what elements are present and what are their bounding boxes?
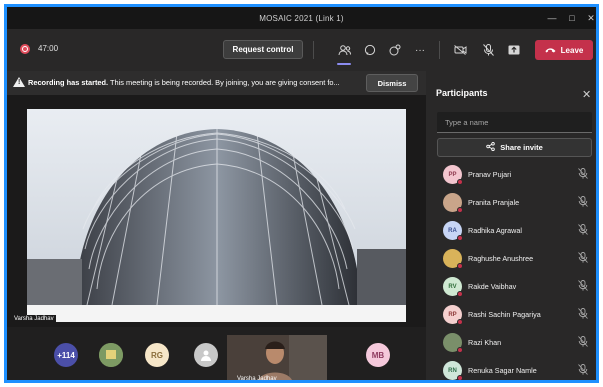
participant-row[interactable]: PP Pranav Pujari <box>426 163 596 191</box>
shared-slide-image <box>27 109 406 322</box>
mic-off-icon[interactable] <box>578 280 590 292</box>
participant-name: Renuka Sagar Namle <box>468 366 537 375</box>
status-badge <box>457 179 463 185</box>
avatar: RA <box>443 221 463 241</box>
avatar: RN <box>443 361 463 380</box>
status-badge <box>457 319 463 325</box>
recording-icon <box>20 44 30 54</box>
share-invite-label: Share invite <box>500 143 543 152</box>
participant-photo-avatar <box>443 249 463 269</box>
avatar[interactable]: RG <box>145 343 169 367</box>
avatar: RV <box>443 277 463 297</box>
avatar[interactable] <box>194 343 218 367</box>
avatar-initials: RV <box>448 283 457 290</box>
recording-notice-bold: Recording has started. <box>28 78 109 87</box>
participant-photo-avatar <box>443 193 463 213</box>
participant-photo-avatar <box>443 333 463 353</box>
camera-off-icon[interactable] <box>451 41 469 59</box>
status-badge <box>457 263 463 269</box>
window-title: MOSAIC 2021 (Link 1) <box>259 13 344 23</box>
participant-gallery: +114 RG Varsha Jadhav MB <box>7 327 426 382</box>
title-bar: MOSAIC 2021 (Link 1) — □ ✕ <box>7 7 596 29</box>
recording-notice-banner: ! Recording has started. This meeting is… <box>7 71 426 95</box>
dismiss-button[interactable]: Dismiss <box>366 74 418 92</box>
participant-name: Pranav Pujari <box>468 170 512 179</box>
avatar[interactable]: MB <box>366 343 390 367</box>
close-icon[interactable]: ✕ <box>582 88 591 101</box>
mic-off-icon[interactable] <box>578 336 590 348</box>
mic-off-icon[interactable] <box>578 196 590 208</box>
meeting-toolbar: 47:00 Request control ··· Leave <box>7 29 596 71</box>
shared-content-stage: Varsha Jadhav <box>7 95 426 327</box>
recording-notice-body: This meeting is being recorded. By joini… <box>110 78 340 87</box>
participant-name: Pranita Pranjale <box>468 198 520 207</box>
scrollbar-thumb[interactable] <box>597 319 599 333</box>
toolbar-divider <box>439 41 440 59</box>
mic-off-icon[interactable] <box>479 41 497 59</box>
participants-title: Participants <box>436 88 488 98</box>
overflow-participants-button[interactable]: +114 <box>54 343 78 367</box>
participant-name: Radhika Agrawal <box>468 226 522 235</box>
search-input[interactable]: Type a name <box>437 112 592 133</box>
status-badge <box>457 347 463 353</box>
share-invite-button[interactable]: Share invite <box>437 138 592 157</box>
avatar-initials: RP <box>448 311 457 318</box>
mic-off-icon[interactable] <box>578 308 590 320</box>
share-tray-icon[interactable] <box>505 41 523 59</box>
glass-dome-photo <box>27 109 406 322</box>
mic-off-icon[interactable] <box>578 252 590 264</box>
avatar: RP <box>443 305 463 325</box>
avatar: PP <box>443 165 463 185</box>
close-icon[interactable]: ✕ <box>582 7 596 29</box>
video-tile-name: Varsha Jadhav <box>237 376 277 382</box>
participants-panel: Participants ✕ Type a name Share invite … <box>426 71 599 380</box>
status-badge <box>457 207 463 213</box>
avatar[interactable] <box>99 343 123 367</box>
participants-icon[interactable] <box>335 41 353 65</box>
share-icon <box>486 142 495 153</box>
more-icon[interactable]: ··· <box>411 41 429 59</box>
participant-row[interactable]: RA Radhika Agrawal <box>426 219 596 247</box>
participant-row[interactable]: RN Renuka Sagar Namle <box>426 359 596 380</box>
avatar-initials: MB <box>371 350 385 360</box>
status-badge <box>457 291 463 297</box>
avatar-initials: RG <box>151 350 163 360</box>
participant-name: Rashi Sachin Pagariya <box>468 310 541 319</box>
presenter-video-tile[interactable]: Varsha Jadhav <box>227 335 327 382</box>
recording-notice-text: Recording has started. This meeting is b… <box>28 78 358 87</box>
maximize-icon[interactable]: □ <box>563 7 581 29</box>
participant-row[interactable]: Raghushe Anushree <box>426 247 596 275</box>
reactions-icon[interactable] <box>386 41 404 59</box>
status-badge <box>457 235 463 241</box>
mic-off-icon[interactable] <box>578 224 590 236</box>
avatar-initials: PP <box>448 171 457 178</box>
warning-icon: ! <box>13 77 25 87</box>
teams-meeting-window: MOSAIC 2021 (Link 1) — □ ✕ 47:00 Request… <box>4 4 599 383</box>
status-badge <box>457 375 463 380</box>
participant-row[interactable]: RV Rakde Vaibhav <box>426 275 596 303</box>
meeting-timer: 47:00 <box>38 44 59 53</box>
mic-off-icon[interactable] <box>578 364 590 376</box>
participant-row[interactable]: Razi Khan <box>426 331 596 359</box>
minimize-icon[interactable]: — <box>543 7 561 29</box>
participant-name: Raghushe Anushree <box>468 254 534 263</box>
participant-row[interactable]: Pranita Pranjale <box>426 191 596 219</box>
mic-off-icon[interactable] <box>578 168 590 180</box>
avatar-initials: RN <box>448 367 457 374</box>
participant-name: Razi Khan <box>468 338 502 347</box>
phone-hangup-icon <box>545 46 556 55</box>
chat-icon[interactable] <box>361 41 379 59</box>
participant-row[interactable]: RP Rashi Sachin Pagariya <box>426 303 596 331</box>
request-control-button[interactable]: Request control <box>223 40 303 59</box>
avatar-initials: RA <box>448 227 457 234</box>
toolbar-divider <box>313 41 314 59</box>
leave-button[interactable]: Leave <box>535 40 593 60</box>
presenter-name-label: Varsha Jadhav <box>12 315 56 323</box>
participant-name: Rakde Vaibhav <box>468 282 517 291</box>
leave-label: Leave <box>560 45 584 55</box>
